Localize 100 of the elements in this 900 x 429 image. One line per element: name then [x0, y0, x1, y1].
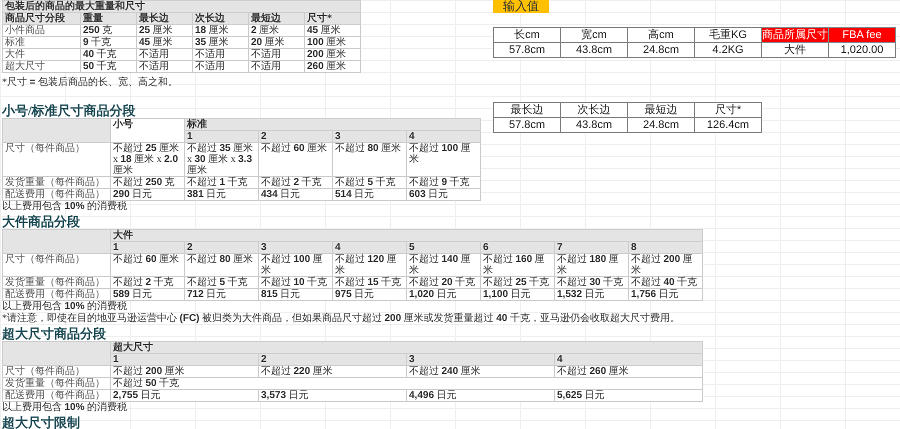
row-label: 尺寸（每件商品）: [2, 142, 110, 176]
table-cell: 434 日元: [258, 188, 332, 200]
table-cell: 1,020.00: [828, 42, 896, 58]
column-header: 1: [110, 354, 258, 366]
section-heading: 超大尺寸商品分段: [2, 326, 107, 341]
table-cell: 不超过 160 厘米: [480, 254, 554, 276]
table-cell: 不超过 15 千克: [332, 276, 406, 288]
note-text: 以上费用包含 10% 的消费税: [2, 301, 128, 312]
table-cell: 不超过 40 千克: [628, 276, 702, 288]
table-cell: 不超过 60 厘米: [110, 254, 184, 276]
table-cell: 514 日元: [332, 188, 406, 200]
table-cell: 不超过 200 厘米: [110, 366, 258, 378]
note-text: 以上费用包含 10% 的消费税: [2, 201, 128, 213]
column-header: 次长边: [192, 12, 248, 24]
column-header: 7: [554, 242, 628, 254]
table-cell: 57.8cm: [494, 118, 560, 132]
table-cell: 不超过 2 千克: [258, 176, 332, 188]
table-cell: 不适用: [192, 48, 248, 60]
table-cell: 100 厘米: [304, 36, 360, 48]
row-label: 尺寸（每件商品）: [2, 366, 110, 378]
table-cell: 43.8cm: [560, 118, 628, 132]
column-header: 5: [406, 242, 480, 254]
column-header: 商品尺寸分段: [2, 12, 80, 24]
table-cell: 381 日元: [184, 188, 258, 200]
table-cell: 不超过 140 厘米: [406, 254, 480, 276]
column-header: 8: [628, 242, 702, 254]
table-cell: 35 厘米: [192, 36, 248, 48]
table-cell: 不超过 30 千克: [554, 276, 628, 288]
note-text: 以上费用包含 10% 的消费税: [2, 402, 128, 414]
table-cell: 57.8cm: [494, 42, 560, 58]
table-cell: 4.2KG: [694, 42, 762, 58]
column-header: 毛重KG: [694, 28, 762, 42]
row-label: 发货重量（每件商品）: [2, 176, 110, 188]
table-cell: 290 日元: [110, 188, 184, 200]
table-cell: 40 千克: [80, 48, 136, 60]
table-cell: 603 日元: [406, 188, 480, 200]
table-cell: 1,532 日元: [554, 288, 628, 300]
table-cell: 260 厘米: [304, 60, 360, 72]
table-cell: 不适用: [136, 48, 192, 60]
column-header: 尺寸*: [694, 102, 762, 118]
table-cell: 4,496 日元: [406, 390, 554, 402]
table-cell: 45 厘米: [136, 36, 192, 48]
column-header: 3: [258, 242, 332, 254]
table-cell: 不超过 120 厘米: [332, 254, 406, 276]
column-header: 宽cm: [560, 28, 628, 42]
table-cell: 250 克: [80, 24, 136, 36]
row-label: 尺寸（每件商品）: [2, 254, 110, 276]
column-header: FBA fee: [828, 28, 896, 42]
note-text: *请注意，即使在目的地亚马逊运营中心 (FC) 被归类为大件商品，但如果商品尺寸超过 200 厘米或发货重量超过 40 千克，亚马逊仍会收取超大尺寸费用。: [2, 313, 681, 325]
table-cell: 不超过 5 千克: [332, 176, 406, 188]
table-cell: 不超过 25 厘米 x 18 厘米 x 2.0 厘米: [110, 142, 184, 176]
column-header: 最短边: [248, 12, 304, 24]
row-label: 配送费用（每件商品）: [2, 188, 110, 200]
table-cell: 50 千克: [80, 60, 136, 72]
table-cell: 不超过 80 厘米: [184, 254, 258, 276]
column-header: 商品所属尺寸: [762, 28, 828, 42]
table-cell: 2 厘米: [248, 24, 304, 36]
table-cell: 712 日元: [184, 288, 258, 300]
column-header: 最长边: [494, 102, 560, 118]
column-header: 1: [110, 242, 184, 254]
column-header: 4: [554, 354, 702, 366]
table-cell: 大件: [762, 42, 828, 58]
table-cell: 超大尺寸: [2, 60, 80, 72]
column-header: 小号: [110, 118, 184, 142]
column-header: 最短边: [628, 102, 694, 118]
table-cell: 不适用: [248, 48, 304, 60]
column-header: 4: [406, 130, 480, 142]
table-cell: 200 厘米: [304, 48, 360, 60]
table-cell: 不超过 200 厘米: [628, 254, 702, 276]
column-header: 2: [258, 354, 406, 366]
table-cell: 不超过 60 厘米: [258, 142, 332, 176]
column-header: 标准: [184, 118, 480, 130]
column-header: 2: [258, 130, 332, 142]
table-cell: 975 日元: [332, 288, 406, 300]
table-cell: 45 厘米: [304, 24, 360, 36]
column-header: 长cm: [494, 28, 560, 42]
table-cell: 20 厘米: [248, 36, 304, 48]
table-cell: 小件商品: [2, 24, 80, 36]
input-label: 输入值: [493, 0, 549, 13]
table-cell: 不超过 5 千克: [184, 276, 258, 288]
table-cell: 不适用: [192, 60, 248, 72]
table-cell: 不超过 80 厘米: [332, 142, 406, 176]
table-cell: 不超过 250 克: [110, 176, 184, 188]
table-cell: 不超过 100 厘米: [258, 254, 332, 276]
table-cell: 标准: [2, 36, 80, 48]
table-cell: 大件: [2, 48, 80, 60]
row-label: 发货重量（每件商品）: [2, 378, 110, 390]
table-cell: 不适用: [136, 60, 192, 72]
table-title: 包装后的商品的最大重量和尺寸: [2, 0, 360, 12]
table-cell: 不适用: [248, 60, 304, 72]
table-cell: 不超过 1 千克: [184, 176, 258, 188]
column-header: 4: [332, 242, 406, 254]
table-cell: 不超过 180 厘米: [554, 254, 628, 276]
row-label: 配送费用（每件商品）: [2, 390, 110, 402]
column-header: 3: [332, 130, 406, 142]
column-header: 次长边: [560, 102, 628, 118]
row-label: 发货重量（每件商品）: [2, 276, 110, 288]
column-header: 最长边: [136, 12, 192, 24]
table-cell: 1,756 日元: [628, 288, 702, 300]
column-header: 超大尺寸: [110, 342, 702, 354]
